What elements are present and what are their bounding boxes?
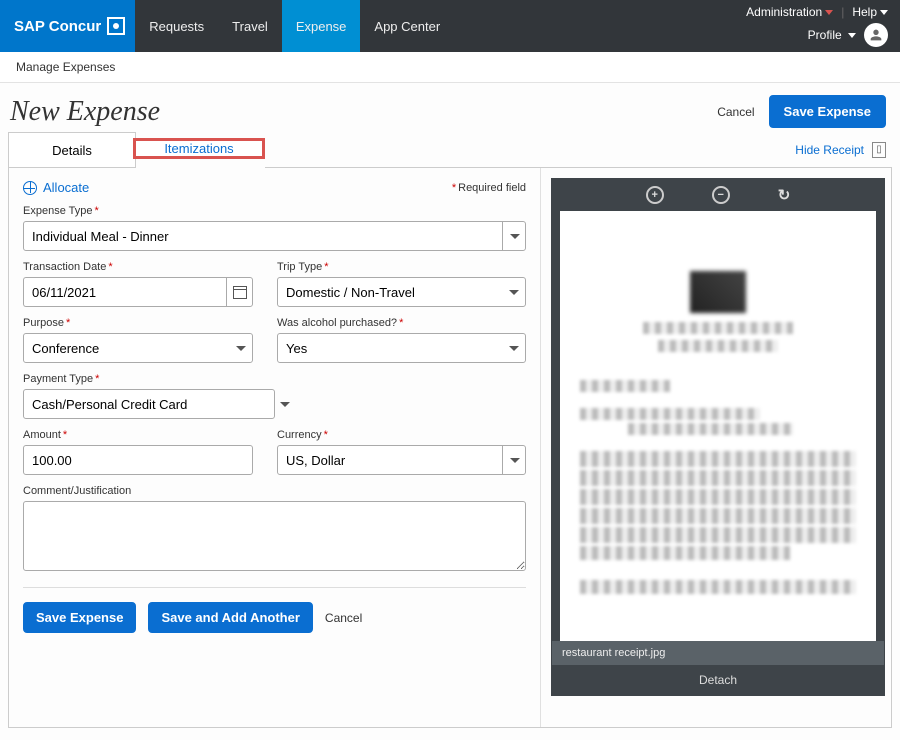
primary-nav: Requests Travel Expense App Center bbox=[135, 0, 454, 52]
zoom-in-icon[interactable]: + bbox=[646, 186, 664, 204]
receipt-filename: restaurant receipt.jpg bbox=[552, 641, 884, 665]
required-field-note: *Required field bbox=[452, 182, 526, 194]
payment-type-label: Payment Type* bbox=[23, 373, 275, 385]
expense-type-label: Expense Type* bbox=[23, 205, 526, 217]
sub-nav-bar: Manage Expenses bbox=[0, 52, 900, 83]
expense-form: Allocate *Required field Expense Type* T… bbox=[9, 168, 541, 727]
trip-type-field[interactable] bbox=[277, 277, 526, 307]
brand[interactable]: SAP Concur bbox=[0, 0, 135, 52]
expense-type-field[interactable] bbox=[23, 221, 526, 251]
brand-text: SAP Concur bbox=[14, 18, 101, 35]
top-nav-bar: SAP Concur Requests Travel Expense App C… bbox=[0, 0, 900, 52]
comment-label: Comment/Justification bbox=[23, 485, 526, 497]
receipt-image[interactable] bbox=[560, 211, 876, 641]
avatar-icon[interactable] bbox=[864, 23, 888, 47]
trip-type-label: Trip Type* bbox=[277, 261, 526, 273]
nav-travel[interactable]: Travel bbox=[218, 0, 282, 52]
separator: | bbox=[841, 5, 844, 19]
page-header: New Expense Cancel Save Expense bbox=[8, 91, 892, 128]
allocate-icon bbox=[23, 181, 37, 195]
save-and-add-another-button[interactable]: Save and Add Another bbox=[148, 602, 312, 633]
receipt-panel: + − ↻ bbox=[541, 168, 891, 727]
amount-field[interactable] bbox=[23, 445, 253, 475]
collapse-panel-icon[interactable]: ▯ bbox=[872, 142, 886, 158]
currency-field[interactable] bbox=[277, 445, 526, 475]
help-link[interactable]: Help bbox=[852, 5, 888, 19]
page-title: New Expense bbox=[10, 96, 160, 128]
top-right-controls: Administration | Help Profile bbox=[746, 0, 900, 52]
transaction-date-field[interactable] bbox=[23, 277, 226, 307]
nav-app-center[interactable]: App Center bbox=[360, 0, 454, 52]
alcohol-field[interactable] bbox=[277, 333, 526, 363]
divider bbox=[23, 587, 526, 588]
chevron-down-icon bbox=[273, 389, 297, 419]
manage-expenses-link[interactable]: Manage Expenses bbox=[16, 60, 115, 74]
purpose-label: Purpose* bbox=[23, 317, 253, 329]
calendar-button[interactable] bbox=[226, 277, 253, 307]
cancel-link-top[interactable]: Cancel bbox=[717, 105, 754, 119]
administration-link[interactable]: Administration bbox=[746, 5, 833, 19]
cancel-link-bottom[interactable]: Cancel bbox=[325, 611, 362, 625]
tabs-row: Details Itemizations Hide Receipt ▯ bbox=[8, 132, 892, 168]
calendar-icon bbox=[233, 286, 247, 299]
amount-label: Amount* bbox=[23, 429, 253, 441]
profile-link[interactable]: Profile bbox=[808, 28, 856, 42]
detach-button[interactable]: Detach bbox=[552, 665, 884, 695]
chevron-down-icon bbox=[880, 10, 888, 15]
nav-expense[interactable]: Expense bbox=[282, 0, 361, 52]
save-expense-button-top[interactable]: Save Expense bbox=[769, 95, 886, 128]
allocate-link[interactable]: Allocate bbox=[23, 180, 89, 195]
payment-type-field[interactable] bbox=[23, 389, 275, 419]
currency-label: Currency* bbox=[277, 429, 526, 441]
comment-field[interactable] bbox=[23, 501, 526, 571]
nav-requests[interactable]: Requests bbox=[135, 0, 218, 52]
alcohol-label: Was alcohol purchased?* bbox=[277, 317, 526, 329]
chevron-down-icon bbox=[848, 33, 856, 38]
tab-itemizations[interactable]: Itemizations bbox=[136, 141, 262, 156]
hide-receipt-link[interactable]: Hide Receipt bbox=[795, 143, 864, 157]
rotate-icon[interactable]: ↻ bbox=[778, 186, 791, 204]
tab-details[interactable]: Details bbox=[9, 133, 135, 168]
tab-itemizations-highlight: Itemizations bbox=[133, 138, 265, 159]
purpose-field[interactable] bbox=[23, 333, 253, 363]
receipt-toolbar: + − ↻ bbox=[552, 179, 884, 211]
chevron-down-icon bbox=[825, 10, 833, 15]
zoom-out-icon[interactable]: − bbox=[712, 186, 730, 204]
brand-logo-icon bbox=[107, 17, 125, 35]
transaction-date-label: Transaction Date* bbox=[23, 261, 253, 273]
save-expense-button[interactable]: Save Expense bbox=[23, 602, 136, 633]
